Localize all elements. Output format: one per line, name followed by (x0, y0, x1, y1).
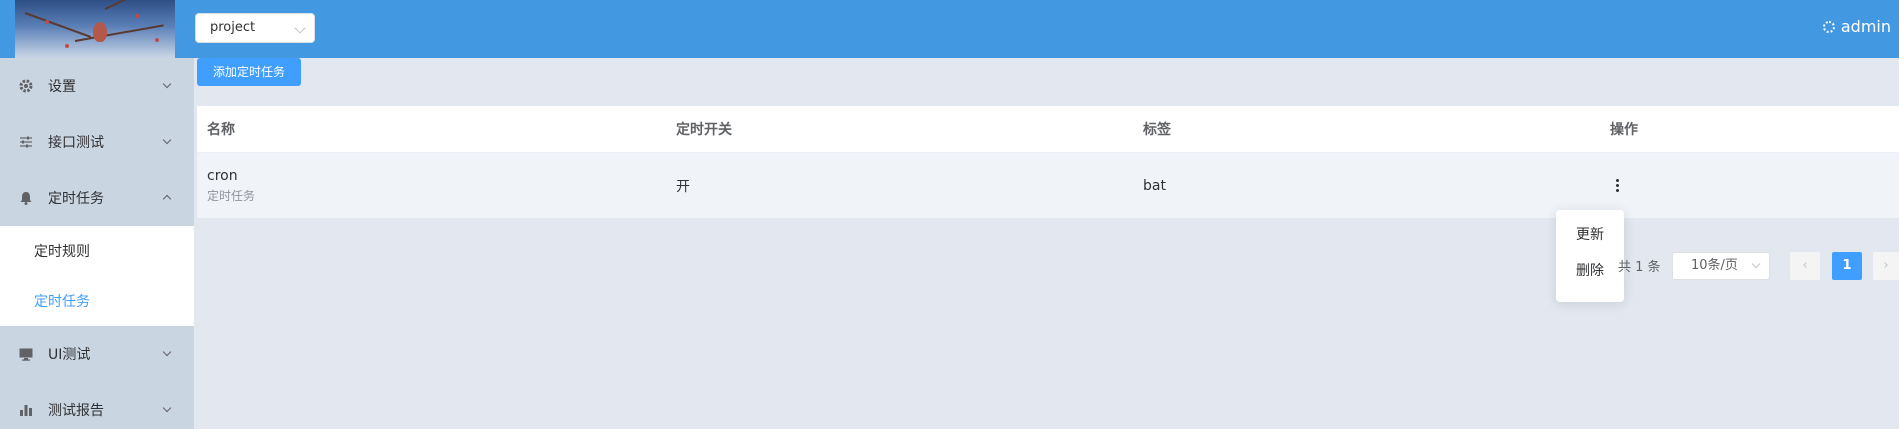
sidebar-item-label: 定时任务 (48, 191, 104, 207)
sidebar-item-ui-test[interactable]: UI测试 (0, 326, 194, 382)
top-header: project admin (0, 0, 1899, 58)
chevron-up-icon (162, 194, 172, 204)
sidebar-item-label: 接口测试 (48, 135, 104, 151)
logo-image (15, 0, 175, 58)
cell-switch-status: 开 (676, 178, 690, 195)
column-header-actions: 操作 (1610, 122, 1638, 138)
user-menu[interactable]: admin (1822, 17, 1891, 36)
sidebar-item-label: 测试报告 (48, 403, 104, 419)
page-size-value: 10条/页 (1691, 258, 1738, 273)
menu-item-update[interactable]: 更新 (1556, 224, 1624, 260)
scheduled-task-table: 名称 定时开关 标签 操作 cron 定时任务 开 bat (197, 106, 1899, 218)
bar-chart-icon (18, 402, 34, 418)
sidebar-item-label: 设置 (48, 79, 76, 95)
sidebar-item-api-test[interactable]: 接口测试 (0, 114, 194, 170)
add-scheduled-task-button[interactable]: 添加定时任务 (197, 58, 301, 86)
task-name: cron (207, 167, 238, 184)
column-header-tag: 标签 (1143, 122, 1171, 138)
monitor-icon (18, 346, 34, 362)
project-select[interactable]: project (195, 13, 315, 43)
submenu-item-label: 定时任务 (34, 294, 90, 310)
sidebar-item-test-report[interactable]: 测试报告 (0, 382, 194, 429)
sidebar: 设置 接口测试 定时任务 定时规则 定时任务 UI测试 测试报告 (0, 58, 194, 429)
submenu-item-label: 定时规则 (34, 244, 90, 260)
user-name: admin (1840, 17, 1891, 36)
chevron-down-icon (162, 79, 172, 89)
column-header-switch: 定时开关 (676, 122, 732, 138)
submenu-item-scheduled-tasks[interactable]: 定时任务 (0, 276, 194, 326)
gear-icon (1822, 20, 1835, 33)
submenu-item-schedule-rules[interactable]: 定时规则 (0, 226, 194, 276)
chevron-down-icon (162, 135, 172, 145)
sidebar-item-scheduled-tasks[interactable]: 定时任务 (0, 170, 194, 226)
chevron-down-icon (294, 22, 306, 34)
page-size-select[interactable]: 10条/页 (1672, 252, 1770, 280)
sliders-icon (18, 134, 34, 150)
page-number-button[interactable]: 1 (1832, 252, 1862, 280)
bird-illustration (93, 22, 107, 42)
more-actions-icon[interactable] (1612, 177, 1623, 194)
pagination-total: 共 1 条 (1618, 260, 1661, 275)
prev-page-button[interactable]: ‹ (1790, 252, 1820, 280)
chevron-down-icon (162, 403, 172, 413)
cell-tag: bat (1143, 177, 1166, 194)
sidebar-item-label: UI测试 (48, 347, 91, 363)
gear-icon (18, 78, 34, 94)
task-subtitle: 定时任务 (207, 188, 256, 203)
project-select-value: project (210, 20, 256, 35)
bell-icon (18, 190, 34, 206)
menu-item-delete[interactable]: 删除 (1556, 260, 1624, 296)
chevron-down-icon (1751, 259, 1761, 269)
sidebar-item-settings[interactable]: 设置 (0, 58, 194, 114)
row-actions-menu: 更新 删除 (1556, 210, 1624, 302)
cell-task-name: cron 定时任务 (207, 168, 255, 204)
submenu-scheduled-tasks: 定时规则 定时任务 (0, 226, 194, 326)
table-header: 名称 定时开关 标签 操作 (197, 106, 1899, 153)
table-row: cron 定时任务 开 bat (197, 153, 1899, 218)
next-page-button[interactable]: › (1873, 252, 1899, 280)
chevron-down-icon (162, 347, 172, 357)
column-header-name: 名称 (207, 122, 235, 138)
